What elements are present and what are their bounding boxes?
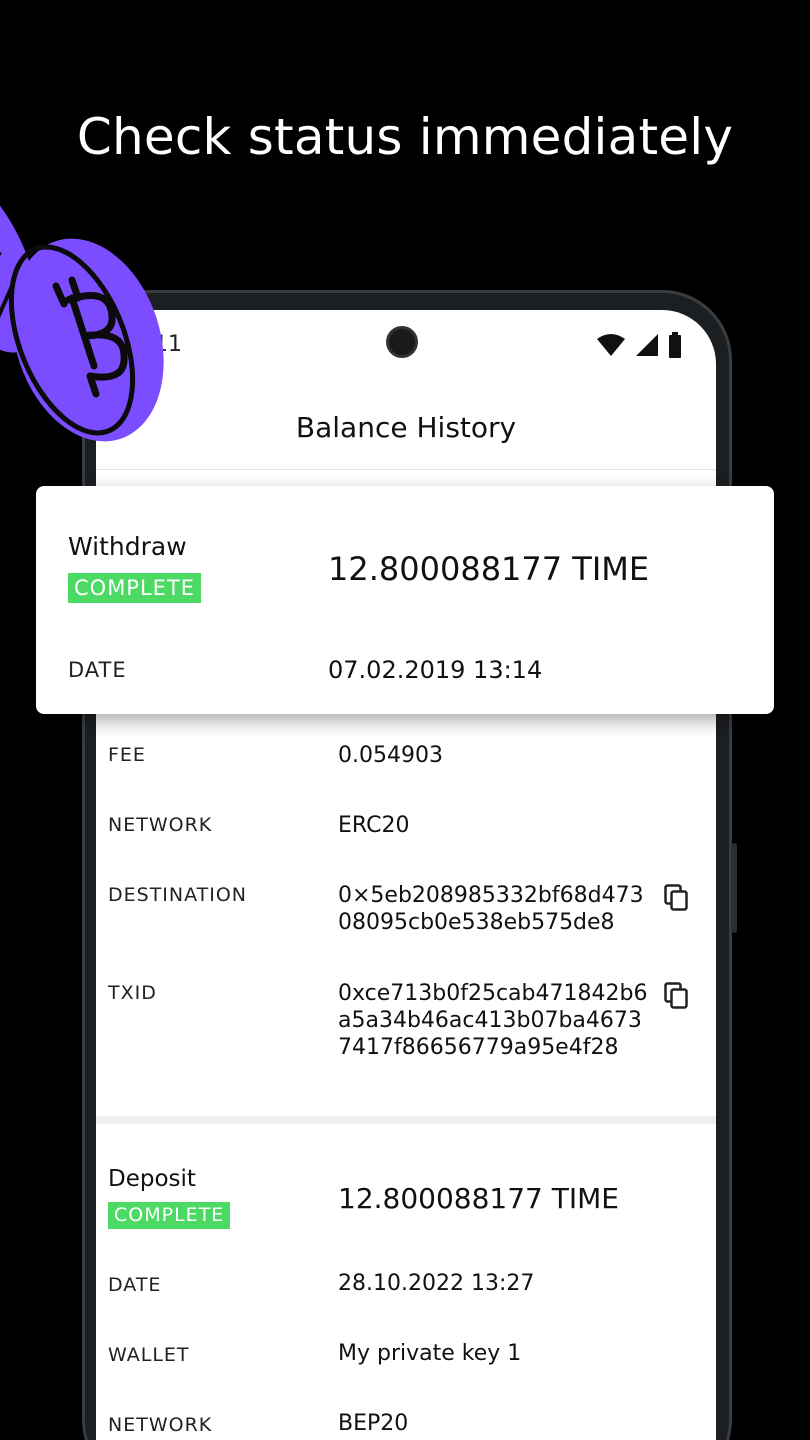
entry-type: Deposit xyxy=(108,1166,196,1192)
battery-icon xyxy=(669,332,681,358)
status-icons xyxy=(596,332,682,358)
detail-label: TXID xyxy=(108,982,157,1004)
copy-icon[interactable] xyxy=(664,884,690,912)
wifi-icon xyxy=(597,334,625,356)
section-divider xyxy=(96,1116,716,1124)
detail-value: 0xce713b0f25cab471842b6a5a34b46ac413b07b… xyxy=(338,981,648,1060)
page-title: Balance History xyxy=(295,411,517,444)
detail-label: FEE xyxy=(108,744,146,766)
detail-label: NETWORK xyxy=(108,1414,213,1436)
detail-value: ERC20 xyxy=(338,813,410,838)
detail-label: DATE xyxy=(108,1274,162,1296)
signal-icon xyxy=(636,334,658,356)
status-badge: COMPLETE xyxy=(108,1202,231,1229)
app-bar: Balance History xyxy=(96,398,716,470)
date-value: 07.02.2019 13:14 xyxy=(328,656,543,684)
status-bar: 11 xyxy=(96,310,716,380)
detail-value: 0×5eb208985332bf68d47308095cb0e538eb575d… xyxy=(338,883,644,935)
highlighted-entry-card[interactable]: Withdraw COMPLETE 12.800088177 TIME DATE… xyxy=(36,486,774,714)
detail-label: WALLET xyxy=(108,1344,190,1366)
detail-value: My private key 1 xyxy=(338,1341,522,1366)
entry-amount: 12.800088177 TIME xyxy=(338,1182,619,1215)
side-button xyxy=(731,843,737,933)
detail-value: 28.10.2022 13:27 xyxy=(338,1271,535,1296)
detail-value: 0.054903 xyxy=(338,743,443,768)
detail-label: DESTINATION xyxy=(108,884,248,906)
headline: Check status immediately xyxy=(76,108,734,166)
entry-amount: 12.800088177 TIME xyxy=(328,550,650,588)
phone-screen: 11 Balance History FEE 0.054903 NETWORK … xyxy=(96,310,716,1440)
entry-type: Withdraw xyxy=(68,532,187,561)
copy-icon[interactable] xyxy=(664,982,690,1010)
status-badge: COMPLETE xyxy=(68,573,202,603)
detail-value: BEP20 xyxy=(338,1411,409,1436)
camera-cutout xyxy=(386,326,418,358)
bitcoin-coin-icon xyxy=(0,190,164,442)
date-label: DATE xyxy=(68,658,127,682)
detail-label: NETWORK xyxy=(108,814,213,836)
